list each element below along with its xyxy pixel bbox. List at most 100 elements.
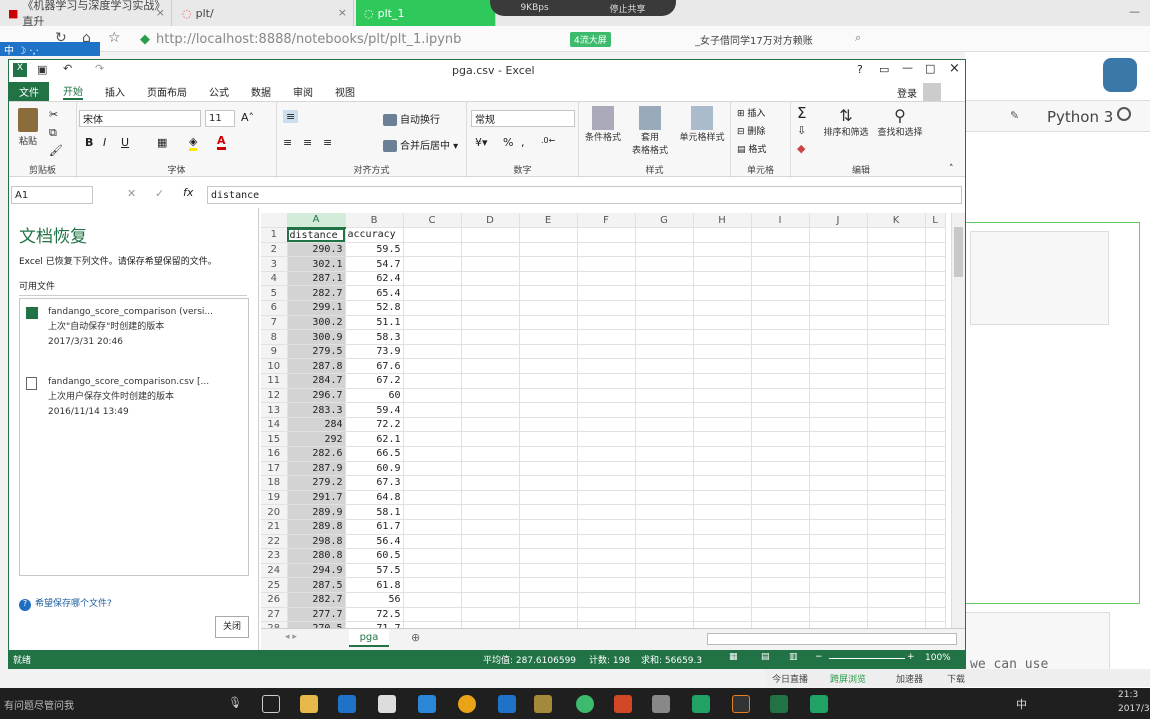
cell-B17[interactable]: 60.9 <box>345 461 404 477</box>
row-header[interactable]: 2 <box>261 242 288 258</box>
cell-A18[interactable]: 279.2 <box>287 475 346 491</box>
cell-A1[interactable]: distance <box>287 227 346 243</box>
cell-A4[interactable]: 287.1 <box>287 271 346 287</box>
row-header[interactable]: 23 <box>261 548 288 564</box>
font-name-select[interactable]: 宋体 <box>79 110 201 127</box>
row-header[interactable]: 20 <box>261 504 288 520</box>
row-header[interactable]: 11 <box>261 373 288 389</box>
cell-F7[interactable] <box>577 315 636 331</box>
cell-H5[interactable] <box>693 285 752 302</box>
cell-D25[interactable] <box>461 577 520 593</box>
cell-I9[interactable] <box>751 344 810 360</box>
cell-E5[interactable] <box>519 285 578 302</box>
cell-J12[interactable] <box>809 388 868 404</box>
cell-E8[interactable] <box>519 329 578 345</box>
cell-J9[interactable] <box>809 344 868 360</box>
cell-F12[interactable] <box>577 388 636 404</box>
cell-J25[interactable] <box>809 577 868 593</box>
cell-E18[interactable] <box>519 475 578 491</box>
cell-D14[interactable] <box>461 417 520 433</box>
excel-taskbar-icon[interactable] <box>770 695 788 713</box>
accelerator-link[interactable]: 加速器 <box>896 672 923 685</box>
cell-J16[interactable] <box>809 446 868 462</box>
cell-A21[interactable]: 289.8 <box>287 519 346 535</box>
cell-K21[interactable] <box>867 519 926 535</box>
cancel-icon[interactable]: ✕ <box>127 187 136 200</box>
cell-K17[interactable] <box>867 461 926 477</box>
cell-K4[interactable] <box>867 271 926 287</box>
cell-A16[interactable]: 282.6 <box>287 446 346 462</box>
cell-C13[interactable] <box>403 402 462 418</box>
cell-A25[interactable]: 287.5 <box>287 577 346 593</box>
cell-L25[interactable] <box>925 577 946 593</box>
font-color-icon[interactable]: A <box>217 134 226 150</box>
cell-F3[interactable] <box>577 256 636 272</box>
cell-I2[interactable] <box>751 242 810 258</box>
column-header[interactable]: K <box>867 213 926 229</box>
format-painter-icon[interactable]: 🖌 <box>49 144 63 157</box>
cell-B18[interactable]: 67.3 <box>345 475 404 491</box>
page-break-icon[interactable]: ▥ <box>789 652 798 662</box>
cell-F11[interactable] <box>577 373 636 389</box>
cell-C26[interactable] <box>403 592 462 608</box>
cell-L23[interactable] <box>925 548 946 564</box>
horizontal-scrollbar[interactable] <box>707 633 957 645</box>
cell-F20[interactable] <box>577 504 636 520</box>
tab-formulas[interactable]: 公式 <box>209 84 229 99</box>
cell-E19[interactable] <box>519 490 578 506</box>
column-header[interactable]: D <box>461 213 520 229</box>
jupyter-icon[interactable] <box>732 695 750 713</box>
cell-H27[interactable] <box>693 607 752 623</box>
cell-H16[interactable] <box>693 446 752 462</box>
ribbon-display-icon[interactable]: ▭ <box>879 63 889 76</box>
cell-A9[interactable]: 279.5 <box>287 344 346 360</box>
cell-C16[interactable] <box>403 446 462 462</box>
cell-K13[interactable] <box>867 402 926 418</box>
cell-F6[interactable] <box>577 300 636 316</box>
name-box[interactable]: A1 <box>11 186 93 204</box>
cell-D9[interactable] <box>461 344 520 360</box>
cell-I16[interactable] <box>751 446 810 462</box>
cell-J20[interactable] <box>809 504 868 520</box>
row-header[interactable]: 13 <box>261 402 288 418</box>
autosum-icon[interactable]: Σ <box>797 104 806 122</box>
cell-C4[interactable] <box>403 271 462 287</box>
cell-I17[interactable] <box>751 461 810 477</box>
row-header[interactable]: 15 <box>261 431 288 447</box>
cell-D10[interactable] <box>461 358 520 375</box>
collapse-ribbon-icon[interactable]: ˄ <box>949 164 954 174</box>
cell-D11[interactable] <box>461 373 520 389</box>
cell-E1[interactable] <box>519 227 578 243</box>
cell-H26[interactable] <box>693 592 752 608</box>
cell-A5[interactable]: 282.7 <box>287 285 346 302</box>
cell-G23[interactable] <box>635 548 694 564</box>
cell-I7[interactable] <box>751 315 810 331</box>
cell-I27[interactable] <box>751 607 810 623</box>
zoom-in-icon[interactable]: + <box>907 652 915 662</box>
cell-K23[interactable] <box>867 548 926 564</box>
cell-E12[interactable] <box>519 388 578 404</box>
cell-E24[interactable] <box>519 563 578 579</box>
cell-L1[interactable] <box>925 227 946 243</box>
cell-L9[interactable] <box>925 344 946 360</box>
tab-file[interactable]: 文件 <box>9 82 49 101</box>
select-all-corner[interactable] <box>261 213 288 229</box>
cell-D26[interactable] <box>461 592 520 608</box>
cell-E3[interactable] <box>519 256 578 272</box>
cell-H11[interactable] <box>693 373 752 389</box>
cell-B13[interactable]: 59.4 <box>345 402 404 418</box>
row-header[interactable]: 5 <box>261 285 288 302</box>
stop-share-button[interactable]: 停止共享 <box>610 2 646 15</box>
cell-D5[interactable] <box>461 285 520 302</box>
cell-E14[interactable] <box>519 417 578 433</box>
cell-H6[interactable] <box>693 300 752 316</box>
merge-center-button[interactable]: 合并后居中 ▾ <box>383 137 458 152</box>
cell-I12[interactable] <box>751 388 810 404</box>
row-header[interactable]: 6 <box>261 300 288 316</box>
cell-D21[interactable] <box>461 519 520 535</box>
cell-F17[interactable] <box>577 461 636 477</box>
cell-I23[interactable] <box>751 548 810 564</box>
explorer-icon[interactable] <box>300 695 318 713</box>
cell-B21[interactable]: 61.7 <box>345 519 404 535</box>
cell-E21[interactable] <box>519 519 578 535</box>
